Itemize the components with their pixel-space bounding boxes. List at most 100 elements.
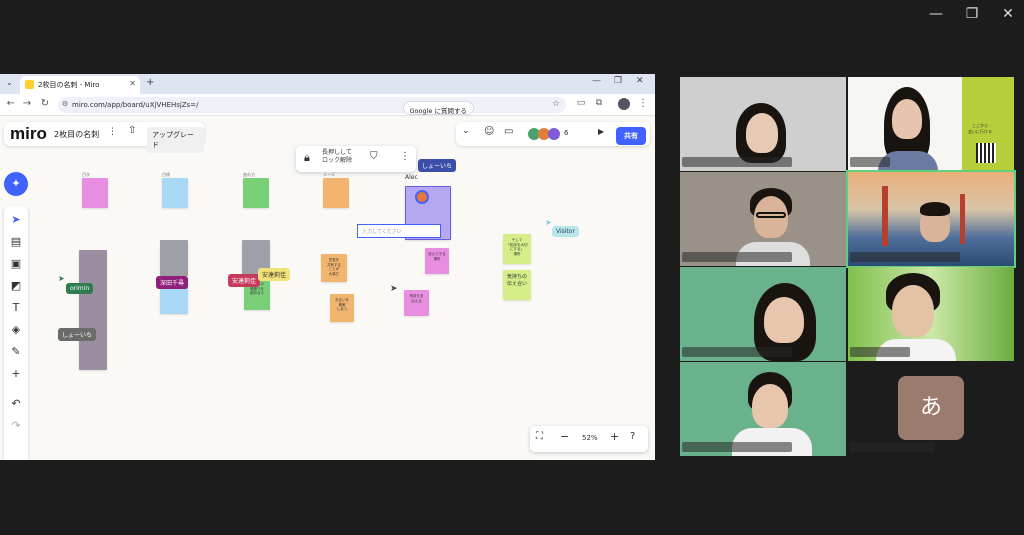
cursor-label-shoichi: しょーいち [418,159,457,172]
sticky-note[interactable] [79,250,107,370]
text-input-box[interactable]: 入力してください [357,224,441,238]
ask-google-button[interactable]: Google に質問する [402,101,474,115]
participant-count[interactable]: 6 [564,129,568,137]
address-bar-row: ← → ↻ ⚙ miro.com/app/board/uXjVHEHsjZs=/… [0,94,655,116]
browser-menu-icon[interactable]: ⋮ [636,98,650,109]
board-menu-icon[interactable]: ⋮ [108,127,117,137]
forward-icon[interactable]: → [20,98,34,109]
bridge-tower [882,186,888,246]
participant-name-tag [682,252,792,262]
shapes-icon[interactable]: ◈ [8,322,24,338]
poster-text: ここから 会いに行ける [968,123,992,134]
tab-list-icon[interactable]: ⌄ [6,78,13,87]
lock-context-bar: 🔒︎ 長押しして ロック解除 ⛉ ⋮ [296,146,416,172]
redo-icon[interactable]: ↷ [8,418,24,434]
close-button[interactable]: ✕ [998,6,1018,22]
cursor-label-shoichi-2: しょーいち [58,328,97,341]
miro-board-canvas[interactable]: miro 2枚目の名刺 ⋮ ⇧ アップグレード ⌄ ☺ ▭ 6 ▶ 共有 ✦ ➤… [0,116,655,460]
sticky-note[interactable]: 意見を 共有する ことが 大事だ [321,254,347,282]
miro-logo[interactable]: miro [10,124,47,144]
mouse-pointer-icon: ➤ [390,284,398,294]
zoom-out-icon[interactable]: − [560,430,569,443]
miro-favicon-icon [25,80,34,89]
participant-face [892,99,922,139]
sticky-note[interactable]: 気持ちを 伝える [404,290,429,316]
sticky-note-icon[interactable]: ◩ [8,278,24,294]
url-field[interactable]: ⚙ miro.com/app/board/uXjVHEHsjZs=/ Googl… [58,97,566,115]
share-button[interactable]: 共有 [616,127,646,145]
site-info-icon[interactable]: ⚙ [62,100,68,108]
undo-icon[interactable]: ↶ [8,396,24,412]
collaborator-avatar[interactable] [548,128,560,140]
browser-minimize-icon[interactable]: — [592,76,601,86]
lock-label[interactable]: 長押しして ロック解除 [322,149,352,165]
ai-assist-button[interactable]: ✦ [4,172,28,196]
more-apps-icon[interactable]: ⌄ [462,126,470,136]
sticky-note[interactable] [323,178,349,208]
video-tile[interactable] [680,267,846,361]
participant-name-tag [850,157,890,167]
reaction-icon[interactable]: ☺ [484,126,494,137]
export-icon[interactable]: ⇧ [128,125,136,136]
cursor-label-adachi-2: 安達莉佳 [258,268,291,281]
video-tile[interactable] [680,77,846,171]
fit-screen-icon[interactable]: ⛶ [536,431,543,442]
upgrade-button[interactable]: アップグレード [147,127,204,153]
sticky-note[interactable] [82,178,108,208]
url-text: miro.com/app/board/uXjVHEHsjZs=/ [72,101,199,109]
back-icon[interactable]: ← [4,98,18,109]
video-tile[interactable] [680,172,846,266]
restore-button[interactable]: ❐ [962,6,982,22]
browser-restore-icon[interactable]: ❐ [614,76,622,86]
cast-icon[interactable]: ▭ [574,98,588,108]
sticky-note[interactable]: そして 「相手を大切 にする」 場所 [503,234,531,264]
frame-icon[interactable]: ▣ [8,256,24,272]
sticky-note[interactable]: 気持ちの 伝え合い [503,270,531,300]
ask-google-label: Google に質問する [409,107,468,115]
sticky-note[interactable] [160,240,188,276]
participant-avatar: あ [898,376,964,440]
select-tool-icon[interactable]: ➤ [8,212,24,228]
video-tile[interactable] [680,362,846,456]
reload-icon[interactable]: ↻ [38,98,52,109]
video-tile[interactable] [846,170,1016,268]
browser-tab[interactable]: 2枚目の名刺 - Miro ✕ [20,76,140,94]
text-tool-icon[interactable]: T [8,300,24,316]
cursor-label-alec: Alec [405,174,418,181]
participant-face [752,384,788,428]
browser-close-icon[interactable]: ✕ [636,76,644,86]
video-icon[interactable]: ▭ [504,126,513,137]
orimin-cursor-icon: ➤ [58,274,65,283]
video-tile[interactable] [848,267,1014,361]
profile-avatar[interactable] [618,98,630,110]
bookmark-star-icon[interactable]: ☆ [552,99,560,109]
minimize-button[interactable]: — [926,6,946,22]
extensions-icon[interactable]: ⧉ [592,98,606,108]
shared-browser-window: ⌄ 2枚目の名刺 - Miro ✕ + — ❐ ✕ ← → ↻ ⚙ miro.c… [0,74,655,460]
participant-name-tag [682,347,792,357]
zoom-in-icon[interactable]: + [610,430,619,443]
pen-tool-icon[interactable]: ✎ [8,344,24,360]
participant-name-tag [850,252,960,262]
user-avatar[interactable] [415,190,429,204]
board-header: miro 2枚目の名刺 ⋮ ⇧ アップグレード [4,122,204,153]
video-tile[interactable]: ここから 会いに行ける [848,77,1014,171]
sticky-note[interactable]: 安心できる 場所 [425,248,449,274]
add-more-icon[interactable]: + [8,366,24,382]
sticky-note[interactable] [162,178,188,208]
video-tile-camera-off[interactable]: あ [848,362,1014,456]
cursor-label-adachi: 安達莉佳 [228,274,261,287]
board-name[interactable]: 2枚目の名刺 [54,129,99,140]
lock-badge-icon[interactable]: ⛉ [370,151,378,162]
lock-icon[interactable]: 🔒︎ [304,151,310,165]
templates-icon[interactable]: ▤ [8,234,24,250]
sticky-note[interactable] [243,178,269,208]
help-icon[interactable]: ? [630,431,635,442]
present-icon[interactable]: ▶ [598,127,604,136]
context-more-icon[interactable]: ⋮ [400,151,410,162]
input-placeholder: 入力してください [362,229,402,235]
tab-close-icon[interactable]: ✕ [129,79,136,88]
new-tab-button[interactable]: + [146,77,154,88]
zoom-level[interactable]: 52% [582,434,598,442]
sticky-note[interactable]: お互いを 尊敬 しあう [330,294,354,322]
